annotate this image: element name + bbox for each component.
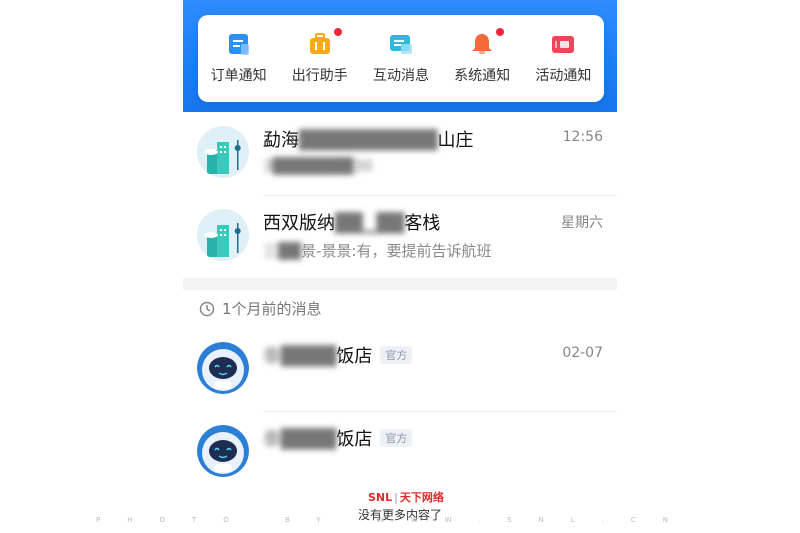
quick-item-system-notice[interactable]: 系统通知: [443, 24, 521, 94]
section-gap: [183, 278, 617, 290]
chat-preview-text: 景-景景:有，要提前告诉航班: [301, 242, 492, 260]
quick-menu: 订单通知 出行助手 互动消息 系统通知 活动通知: [198, 15, 604, 102]
chat-title: 泰████饭店 官方: [263, 342, 413, 368]
chat-title-text: 客栈: [404, 213, 441, 234]
chat-list-item[interactable]: 勐海██████████山庄 12:56 3███████30: [183, 114, 617, 196]
chat-title: 西双版纳██▁██客栈: [263, 209, 440, 235]
chat-title-text: 饭店: [336, 346, 373, 367]
chat-list-item[interactable]: 西双版纳██▁██客栈 星期六 三██景-景景:有，要提前告诉航班: [183, 197, 617, 279]
chat-list-item[interactable]: 泰████饭店 官方 02-07: [183, 330, 617, 412]
quick-item-label: 订单通知: [210, 67, 267, 84]
app-screen: 订单通知 出行助手 互动消息 系统通知 活动通知 勐海██████████山庄 …: [183, 0, 617, 533]
chat-title-redacted: 泰████: [263, 429, 337, 450]
chat-preview: 三██景-景景:有，要提前告诉航班: [263, 240, 492, 261]
photo-watermark: PHOTO BY WWW.SNL.CN: [96, 516, 696, 524]
chat-title-text: 西双版纳: [263, 213, 335, 234]
quick-item-order-notice[interactable]: 订单通知: [200, 24, 278, 94]
logo-main: SNL: [368, 491, 393, 504]
chat-title: 勐海██████████山庄: [263, 126, 473, 152]
chat-title-text: 饭店: [336, 429, 373, 450]
chat-title-text: 勐海: [263, 130, 299, 151]
unread-dot: [496, 27, 505, 36]
official-badge: 官方: [380, 429, 413, 447]
chat-time: 12:56: [562, 129, 603, 145]
section-header: 1个月前的消息: [199, 298, 322, 319]
quick-item-label: 系统通知: [454, 67, 511, 84]
quick-item-label: 活动通知: [535, 67, 592, 84]
quick-item-travel-assistant[interactable]: 出行助手: [281, 24, 359, 94]
quick-item-label: 出行助手: [291, 67, 348, 84]
unread-dot: [333, 27, 342, 36]
chat-title-text: 山庄: [437, 130, 474, 151]
order-notice-icon: [227, 32, 251, 56]
chat-title-redacted: 泰████: [263, 346, 337, 367]
robot-avatar: [197, 425, 249, 477]
chat-preview-redacted: 3███████30: [263, 157, 373, 175]
section-title: 1个月前的消息: [222, 300, 322, 318]
logo-separator: |: [394, 491, 398, 504]
luggage-icon: [308, 32, 332, 56]
quick-item-interaction[interactable]: 互动消息: [362, 24, 440, 94]
clock-icon: [199, 301, 215, 316]
chat-list-item[interactable]: 泰████饭店 官方: [183, 413, 617, 495]
chat-time: 02-07: [562, 345, 603, 361]
chat-title-redacted: ██████████: [299, 130, 438, 151]
hotel-avatar: [197, 126, 249, 178]
watermark-logo: SNL | 天下网络: [368, 489, 444, 505]
robot-avatar: [197, 342, 249, 394]
logo-sub: 天下网络: [399, 491, 444, 504]
hotel-avatar: [197, 209, 249, 261]
divider: [263, 195, 617, 196]
chat-time: 星期六: [561, 215, 603, 231]
bell-icon: [470, 32, 494, 56]
divider: [263, 411, 617, 412]
ticket-icon: [551, 32, 575, 56]
quick-item-activity-notice[interactable]: 活动通知: [524, 24, 602, 94]
chat-preview: 3███████30: [263, 157, 372, 175]
quick-item-label: 互动消息: [372, 67, 429, 84]
chat-bubble-icon: [389, 32, 413, 56]
official-badge: 官方: [380, 346, 413, 364]
chat-preview-redacted: 三██: [263, 242, 302, 260]
chat-title-redacted: ██▁██: [335, 213, 405, 234]
chat-title: 泰████饭店 官方: [263, 425, 413, 451]
